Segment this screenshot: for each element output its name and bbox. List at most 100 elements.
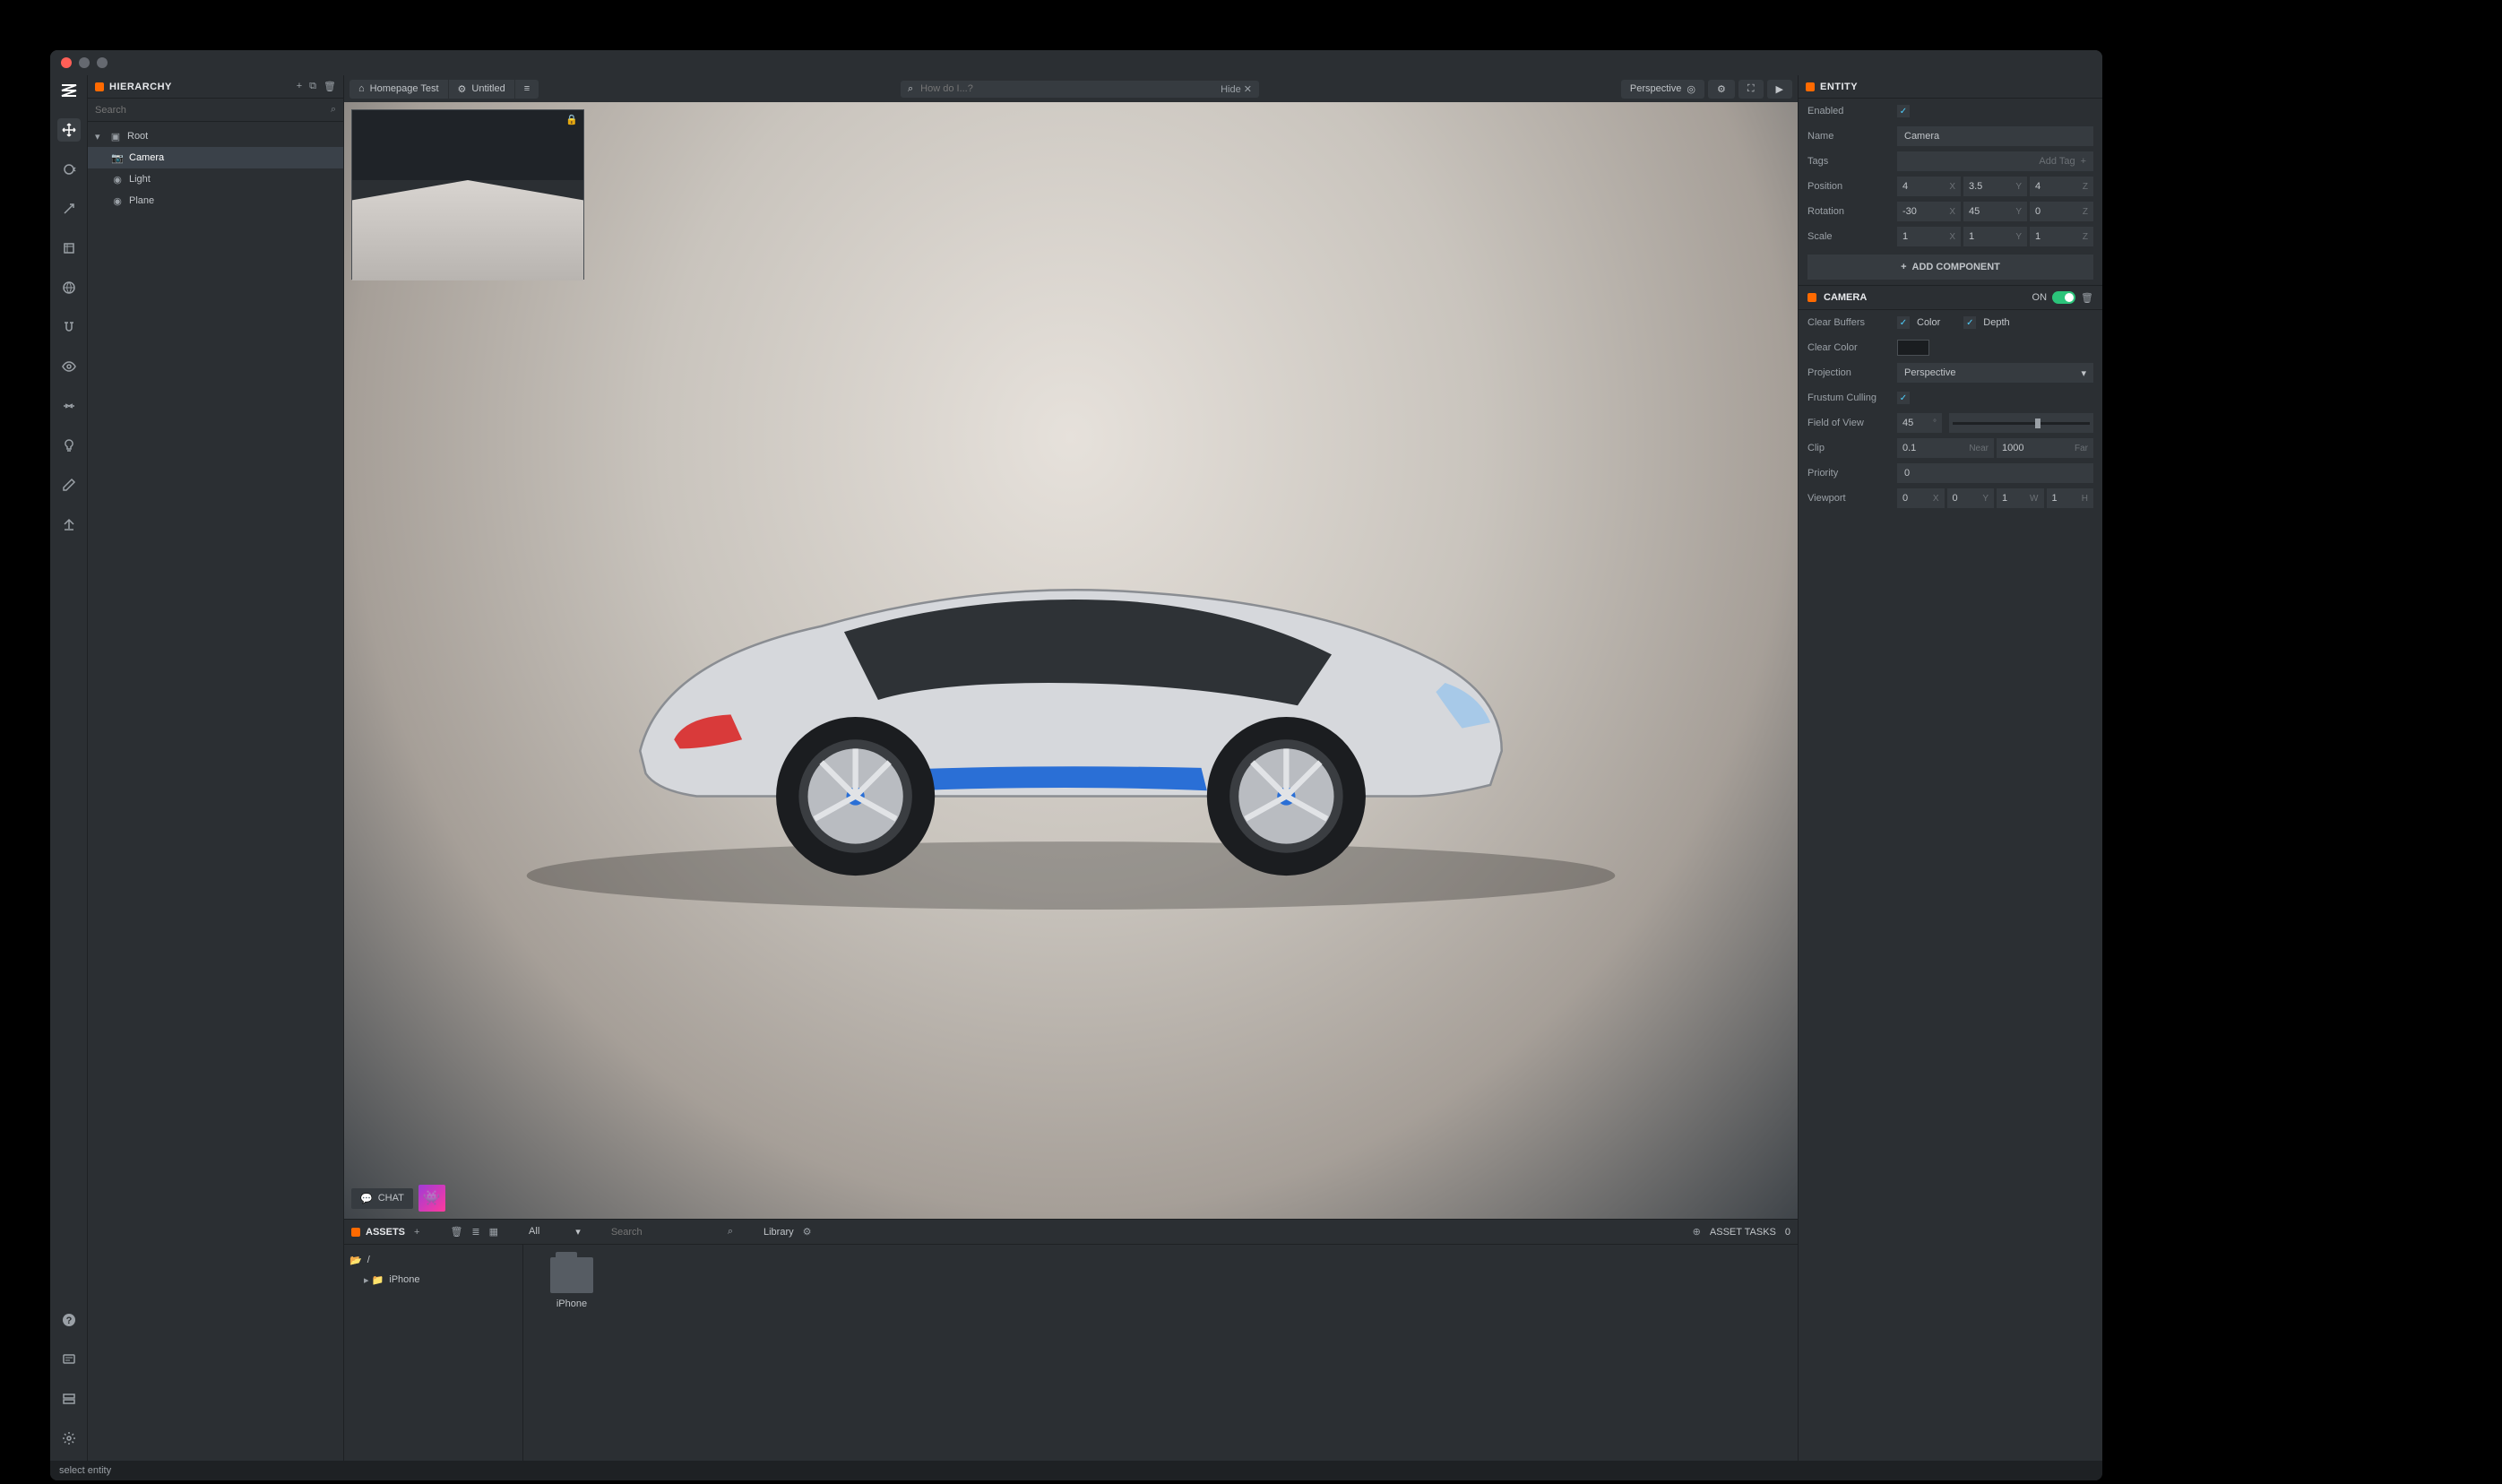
list-icon: ≡ [524, 83, 530, 94]
camera-enabled-toggle[interactable] [2052, 291, 2075, 304]
viewport-search[interactable]: ⌕ Hide ✕ [901, 81, 1259, 98]
tree-item-light[interactable]: ◉ Light [88, 168, 343, 190]
chevron-down-icon: ▾ [2081, 367, 2086, 379]
plus-icon[interactable]: + [2081, 156, 2086, 167]
fullscreen-button[interactable]: ⛶ [1738, 80, 1764, 99]
window-close-button[interactable] [61, 57, 72, 68]
tab-list-button[interactable]: ≡ [515, 80, 539, 99]
library-settings-icon[interactable]: ⚙ [803, 1226, 812, 1238]
assets-list-view-button[interactable]: ≣ [471, 1226, 479, 1238]
viewport-search-input[interactable] [920, 83, 1213, 94]
focus-icon[interactable] [57, 394, 81, 418]
lock-icon[interactable]: 🔒 [565, 114, 578, 125]
camera-preview: 🔒 [351, 109, 584, 280]
rotation-y-input[interactable]: 45Y [1963, 202, 2027, 221]
window-zoom-button[interactable] [97, 57, 108, 68]
viewport-settings-button[interactable]: ⚙ [1708, 80, 1735, 99]
edit-icon[interactable] [57, 473, 81, 496]
camera-section-header[interactable]: CAMERA ON 🗑 [1799, 285, 2102, 310]
server-icon[interactable] [57, 1387, 81, 1411]
settings-icon[interactable] [57, 1427, 81, 1450]
assets-library-label[interactable]: Library [764, 1227, 794, 1238]
tree-item-plane[interactable]: ◉ Plane [88, 190, 343, 211]
clear-color-swatch[interactable] [1897, 340, 1929, 356]
position-y-input[interactable]: 3.5Y [1963, 177, 2027, 196]
chat-icon: 💬 [360, 1193, 373, 1204]
tab-homepage[interactable]: ⌂ Homepage Test [349, 80, 449, 99]
scale-tool-icon[interactable] [57, 197, 81, 220]
camera-delete-button[interactable]: 🗑 [2081, 292, 2093, 304]
tree-item-label: Camera [129, 152, 164, 163]
center-column: ⌂ Homepage Test ⚙ Untitled ≡ ⌕ Hide ✕ [344, 75, 1798, 1461]
help-icon[interactable]: ? [57, 1308, 81, 1332]
frustum-checkbox[interactable]: ✓ [1897, 392, 1910, 404]
fov-input[interactable]: 45° [1897, 413, 1942, 433]
tree-item-root[interactable]: ▾ ▣ Root [88, 125, 343, 147]
move-tool-icon[interactable] [57, 118, 81, 142]
assets-tree-iphone[interactable]: ▸ 📁 iPhone [349, 1270, 517, 1290]
home-icon: ⌂ [358, 83, 365, 94]
assets-grid-view-button[interactable]: ▦ [489, 1226, 498, 1238]
viewport-h-input[interactable]: 1H [2047, 488, 2094, 508]
enabled-checkbox[interactable]: ✓ [1897, 105, 1910, 117]
clear-depth-checkbox[interactable]: ✓ [1963, 316, 1976, 329]
tree-item-label: Root [127, 131, 148, 142]
inspector-panel: ENTITY Enabled ✓ Name Camera Tags Add Ta… [1798, 75, 2102, 1461]
hierarchy-duplicate-button[interactable]: ⧉ [309, 81, 316, 92]
clip-near-input[interactable]: 0.1Near [1897, 438, 1994, 458]
viewport-y-input[interactable]: 0Y [1947, 488, 1995, 508]
tree-item-label: Light [129, 174, 151, 185]
tree-item-camera[interactable]: 📷 Camera [88, 147, 343, 168]
viewport-x-input[interactable]: 0X [1897, 488, 1945, 508]
app-body: ? HIERARCHY + ⧉ 🗑 ⌕ [50, 75, 2102, 1461]
asset-tasks-count: 0 [1785, 1227, 1790, 1238]
assets-delete-button[interactable]: 🗑 [450, 1226, 462, 1238]
search-hide-button[interactable]: Hide ✕ [1221, 83, 1252, 95]
assets-body: 📂 / ▸ 📁 iPhone iPhone [344, 1245, 1798, 1461]
clip-far-input[interactable]: 1000Far [1997, 438, 2093, 458]
hierarchy-search-input[interactable] [95, 105, 331, 116]
tags-input[interactable]: Add Tag+ [1897, 151, 2093, 171]
scale-y-input[interactable]: 1Y [1963, 227, 2027, 246]
clear-color-checkbox[interactable]: ✓ [1897, 316, 1910, 329]
feedback-icon[interactable] [57, 1348, 81, 1371]
window-minimize-button[interactable] [79, 57, 90, 68]
snap-icon[interactable] [57, 315, 81, 339]
hierarchy-search[interactable]: ⌕ [88, 99, 343, 122]
scale-z-input[interactable]: 1Z [2030, 227, 2093, 246]
position-x-input[interactable]: 4X [1897, 177, 1961, 196]
hierarchy-add-button[interactable]: + [297, 81, 302, 92]
assets-filter-dropdown[interactable]: All▾ [529, 1226, 581, 1238]
priority-input[interactable]: 0 [1897, 463, 2093, 483]
rotation-x-input[interactable]: -30X [1897, 202, 1961, 221]
user-avatar[interactable]: 👾 [418, 1185, 445, 1212]
world-space-icon[interactable] [57, 276, 81, 299]
asset-item-iphone[interactable]: iPhone [536, 1257, 608, 1309]
projection-select[interactable]: Perspective▾ [1897, 363, 2093, 383]
position-z-input[interactable]: 4Z [2030, 177, 2093, 196]
viewport-3d[interactable]: 🔒 [344, 102, 1798, 1219]
asset-tasks-add-icon[interactable]: ⊕ [1693, 1226, 1701, 1238]
play-button[interactable]: ▶ [1767, 80, 1792, 99]
name-input[interactable]: Camera [1897, 126, 2093, 146]
tab-untitled[interactable]: ⚙ Untitled [449, 80, 515, 99]
folder-icon: ▸ 📁 [364, 1274, 384, 1286]
hierarchy-delete-button[interactable]: 🗑 [324, 81, 336, 92]
chat-button[interactable]: 💬 CHAT [351, 1188, 413, 1209]
scale-x-input[interactable]: 1X [1897, 227, 1961, 246]
fov-slider[interactable] [1949, 413, 2093, 433]
viewport-w-input[interactable]: 1W [1997, 488, 2044, 508]
visibility-icon[interactable] [57, 355, 81, 378]
fullscreen-icon: ⛶ [1747, 83, 1755, 95]
lightbulb-icon[interactable] [57, 434, 81, 457]
assets-add-button[interactable]: + [414, 1227, 419, 1238]
resize-tool-icon[interactable] [57, 237, 81, 260]
assets-search-input[interactable] [611, 1227, 719, 1238]
statusbar: select entity [50, 1461, 2102, 1480]
add-component-button[interactable]: + ADD COMPONENT [1807, 255, 2093, 280]
projection-dropdown[interactable]: Perspective ◎ [1621, 80, 1704, 99]
rotation-z-input[interactable]: 0Z [2030, 202, 2093, 221]
publish-icon[interactable] [57, 513, 81, 536]
rotate-tool-icon[interactable] [57, 158, 81, 181]
assets-tree-root[interactable]: 📂 / [349, 1250, 517, 1270]
